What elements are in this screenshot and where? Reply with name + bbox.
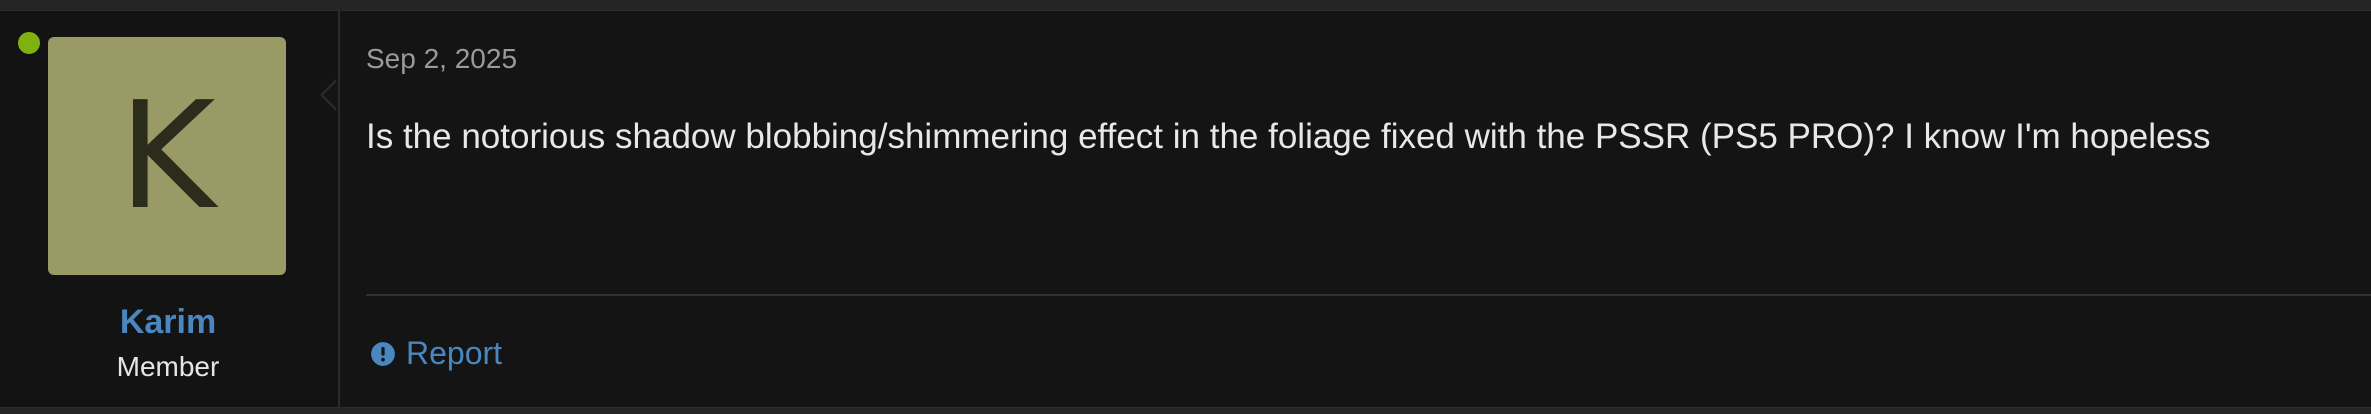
report-label: Report	[406, 335, 503, 371]
user-avatar[interactable]: K	[48, 37, 286, 275]
post-date-link[interactable]: Sep 2, 2025	[366, 43, 517, 75]
post-message: Is the notorious shadow blobbing/shimmer…	[366, 117, 2211, 156]
avatar-initial: K	[118, 70, 216, 242]
report-button[interactable]: Report	[370, 335, 502, 372]
username-link[interactable]: Karim	[0, 303, 336, 342]
forum-post: K Karim Member Sep 2, 2025 Is the notori…	[0, 10, 2371, 408]
post-user-cell: K Karim Member	[0, 11, 340, 407]
post-main-cell: Sep 2, 2025 Is the notorious shadow blob…	[366, 11, 2371, 407]
user-title: Member	[116, 351, 220, 382]
exclamation-circle-icon	[371, 341, 395, 366]
post-arrow	[323, 81, 337, 109]
online-status-icon	[16, 30, 42, 56]
post-footer-divider	[366, 294, 2371, 296]
